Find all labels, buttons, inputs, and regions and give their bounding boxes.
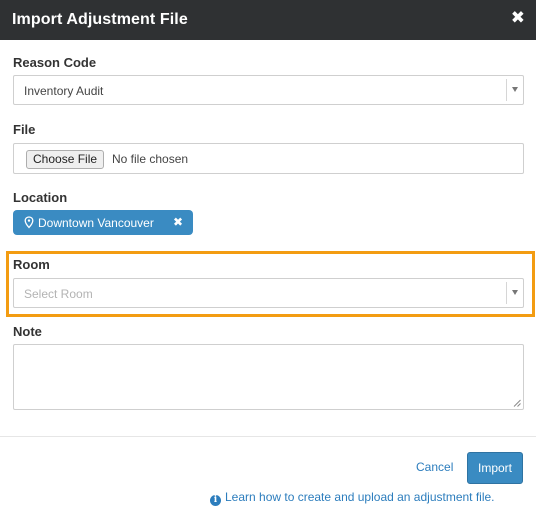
- chevron-down-icon: [506, 282, 523, 304]
- info-icon: i: [210, 495, 221, 506]
- location-label: Location: [13, 190, 68, 205]
- choose-file-button[interactable]: Choose File: [26, 150, 105, 169]
- map-pin-icon: [24, 216, 34, 229]
- room-select[interactable]: Select Room: [13, 278, 524, 308]
- reason-code-value: Inventory Audit: [24, 84, 104, 98]
- chevron-down-icon: [506, 79, 523, 101]
- resize-grip-icon[interactable]: [513, 399, 521, 407]
- room-placeholder: Select Room: [24, 287, 93, 301]
- import-button[interactable]: Import: [467, 452, 523, 484]
- close-icon[interactable]: ✖: [511, 9, 525, 27]
- help-link-text[interactable]: Learn how to create and upload an adjust…: [225, 490, 495, 504]
- remove-location-icon[interactable]: ✖: [173, 215, 183, 229]
- note-label: Note: [13, 324, 42, 339]
- file-input: Choose File No file chosen: [13, 143, 524, 174]
- location-chip: Downtown Vancouver ✖: [13, 210, 193, 235]
- file-label: File: [13, 122, 36, 137]
- help-link[interactable]: i Learn how to create and upload an adjus…: [210, 490, 495, 506]
- file-status: No file chosen: [112, 152, 189, 166]
- note-textarea[interactable]: [13, 344, 524, 410]
- reason-code-label: Reason Code: [13, 55, 97, 70]
- modal-header: Import Adjustment File ✖: [0, 0, 536, 40]
- room-label: Room: [13, 257, 50, 272]
- modal-title: Import Adjustment File: [12, 11, 188, 28]
- location-chip-label: Downtown Vancouver: [38, 216, 154, 230]
- footer-divider: [0, 436, 536, 437]
- reason-code-select[interactable]: Inventory Audit: [13, 75, 524, 105]
- cancel-button[interactable]: Cancel: [416, 460, 453, 474]
